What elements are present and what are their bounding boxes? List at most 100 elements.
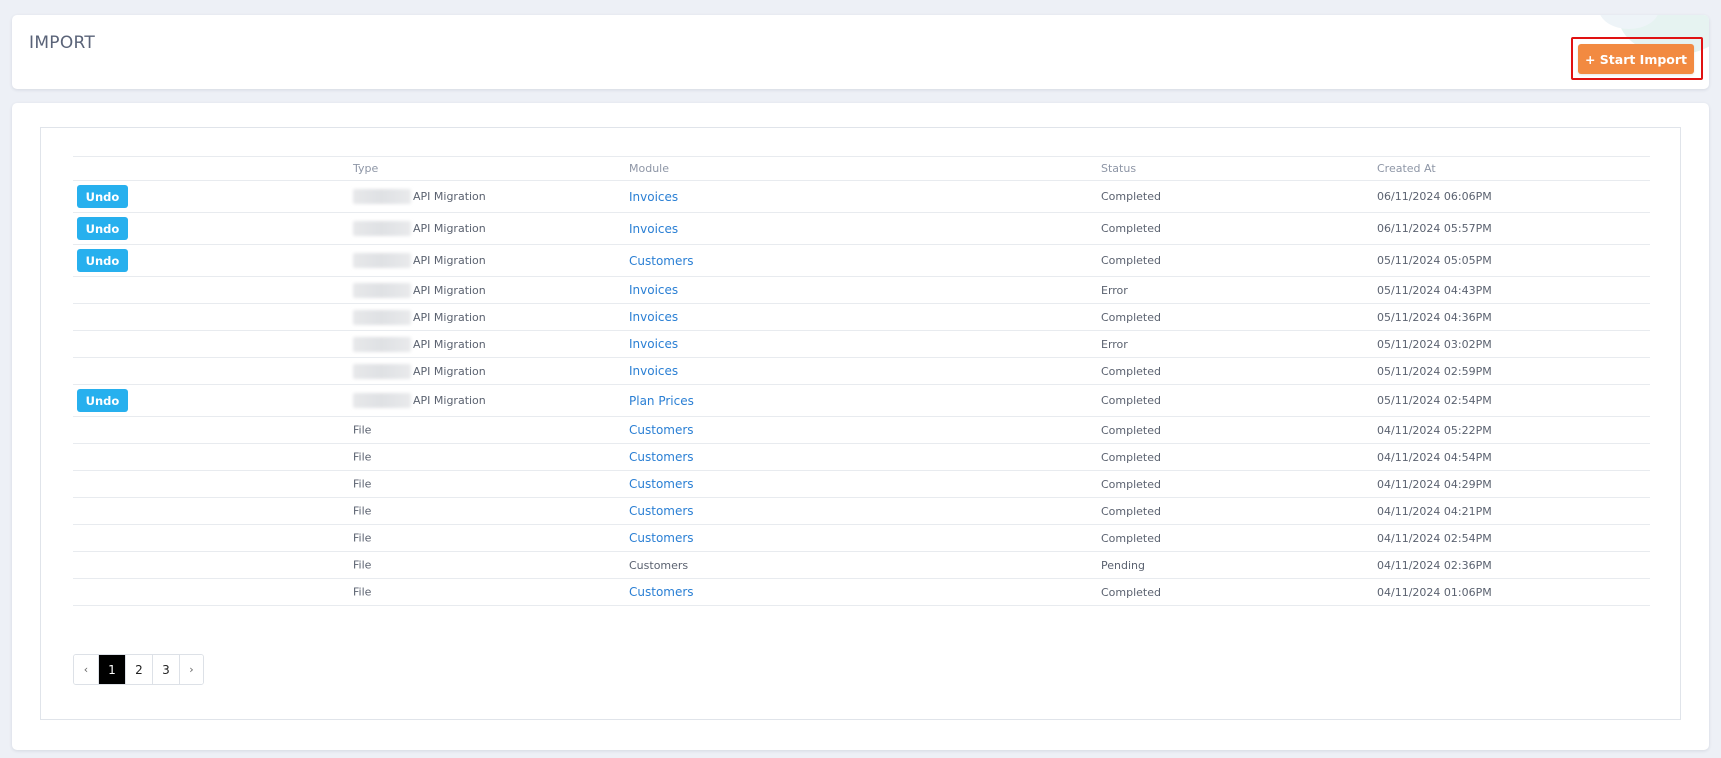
row-module-link[interactable]: Invoices	[629, 364, 678, 378]
row-action-cell	[73, 303, 353, 331]
row-action-cell	[73, 497, 353, 525]
redacted-name	[353, 363, 411, 379]
row-module-cell: Invoices	[629, 330, 1101, 358]
row-module-cell: Invoices	[629, 276, 1101, 304]
redacted-name	[353, 189, 411, 204]
row-action-cell	[73, 524, 353, 552]
row-action-cell	[73, 330, 353, 358]
row-type-cell: File	[353, 416, 629, 444]
start-import-button[interactable]: + Start Import	[1578, 44, 1694, 74]
row-created-at: 05/11/2024 05:05PM	[1377, 244, 1650, 277]
row-status: Completed	[1101, 470, 1377, 498]
row-status: Completed	[1101, 244, 1377, 277]
row-type: API Migration	[413, 364, 486, 378]
row-module-cell: Invoices	[629, 357, 1101, 385]
row-action-cell	[73, 276, 353, 304]
row-module-cell: Customers	[629, 551, 1101, 579]
row-type-cell: File	[353, 578, 629, 606]
pagination-page-1[interactable]: 1	[98, 655, 125, 684]
pagination-page-2[interactable]: 2	[125, 655, 152, 684]
row-type: API Migration	[413, 190, 486, 203]
row-module-cell: Invoices	[629, 303, 1101, 331]
row-status: Completed	[1101, 524, 1377, 552]
row-status: Completed	[1101, 497, 1377, 525]
table-row: API Migration Invoices Error 05/11/2024 03:…	[73, 330, 1650, 358]
pagination-page-3[interactable]: 3	[152, 655, 179, 684]
row-type: API Migration	[413, 337, 486, 351]
table-header-row: Type Module Status Created At	[73, 156, 1650, 181]
row-action-cell: Undo	[73, 212, 353, 245]
row-type: API Migration	[413, 283, 486, 297]
row-module-link[interactable]: Plan Prices	[629, 394, 694, 408]
table-row: Undo API Migration Invoices Completed 06/11/…	[73, 212, 1650, 245]
table-body: Undo API Migration Invoices Completed 06/11/…	[73, 180, 1650, 606]
row-action-cell	[73, 470, 353, 498]
row-module-link[interactable]: Invoices	[629, 310, 678, 324]
row-type: File	[353, 423, 372, 437]
row-created-at: 04/11/2024 01:06PM	[1377, 578, 1650, 606]
undo-button[interactable]: Undo	[77, 217, 128, 240]
row-action-cell: Undo	[73, 180, 353, 213]
row-type: File	[353, 531, 372, 545]
row-type-cell: File	[353, 470, 629, 498]
row-module-link[interactable]: Customers	[629, 531, 694, 545]
row-module-link[interactable]: Customers	[629, 504, 694, 518]
row-created-at: 05/11/2024 04:43PM	[1377, 276, 1650, 304]
row-type-cell: API Migration	[353, 276, 629, 304]
row-module-link[interactable]: Invoices	[629, 283, 678, 297]
row-created-at: 04/11/2024 04:21PM	[1377, 497, 1650, 525]
pagination-next-button[interactable]: ›	[179, 655, 203, 684]
row-type-cell: File	[353, 524, 629, 552]
row-status: Pending	[1101, 551, 1377, 579]
row-module-link[interactable]: Invoices	[629, 190, 678, 204]
row-module-cell: Customers	[629, 497, 1101, 525]
row-module-link[interactable]: Customers	[629, 423, 694, 437]
row-status: Completed	[1101, 357, 1377, 385]
row-module-link[interactable]: Invoices	[629, 337, 678, 351]
row-module-cell: Customers	[629, 524, 1101, 552]
undo-button[interactable]: Undo	[77, 249, 128, 272]
row-type: API Migration	[413, 254, 486, 267]
row-created-at: 05/11/2024 02:54PM	[1377, 384, 1650, 417]
table-row: API Migration Invoices Completed 05/11/2024…	[73, 357, 1650, 385]
row-created-at: 05/11/2024 04:36PM	[1377, 303, 1650, 331]
row-status: Error	[1101, 276, 1377, 304]
row-type-cell: API Migration	[353, 303, 629, 331]
row-module-cell: Plan Prices	[629, 384, 1101, 417]
row-status: Completed	[1101, 443, 1377, 471]
row-type-cell: API Migration	[353, 330, 629, 358]
row-type: File	[353, 477, 372, 491]
row-status: Completed	[1101, 416, 1377, 444]
table-row: File Customers Completed 04/11/2024 04:54PM	[73, 443, 1650, 471]
row-created-at: 04/11/2024 02:54PM	[1377, 524, 1650, 552]
redacted-name	[353, 282, 411, 298]
row-module-link[interactable]: Customers	[629, 477, 694, 491]
redacted-name	[353, 221, 411, 236]
row-module-link[interactable]: Customers	[629, 254, 694, 268]
row-action-cell	[73, 551, 353, 579]
pagination-prev-button[interactable]: ‹	[74, 655, 98, 684]
undo-button[interactable]: Undo	[77, 389, 128, 412]
row-created-at: 04/11/2024 05:22PM	[1377, 416, 1650, 444]
row-module-link[interactable]: Customers	[629, 450, 694, 464]
row-module-link[interactable]: Invoices	[629, 222, 678, 236]
pagination: ‹ 1 2 3 ›	[73, 654, 204, 685]
column-header-type: Type	[353, 156, 629, 181]
row-created-at: 04/11/2024 02:36PM	[1377, 551, 1650, 579]
imports-table: Type Module Status Created At Undo API Mi…	[73, 156, 1650, 606]
row-module-link[interactable]: Customers	[629, 585, 694, 599]
row-created-at: 06/11/2024 05:57PM	[1377, 212, 1650, 245]
table-row: API Migration Invoices Completed 05/11/2024…	[73, 303, 1650, 331]
row-created-at: 06/11/2024 06:06PM	[1377, 180, 1650, 213]
undo-button[interactable]: Undo	[77, 185, 128, 208]
row-type: API Migration	[413, 310, 486, 324]
row-module-cell: Invoices	[629, 212, 1101, 245]
row-type-cell: API Migration	[353, 212, 629, 245]
row-status: Completed	[1101, 384, 1377, 417]
row-type-cell: API Migration	[353, 357, 629, 385]
table-row: Undo API Migration Plan Prices Completed 05/…	[73, 384, 1650, 417]
imports-card: Type Module Status Created At Undo API Mi…	[12, 103, 1709, 750]
redacted-name	[353, 393, 411, 408]
row-module-cell: Customers	[629, 244, 1101, 277]
row-module: Customers	[629, 558, 689, 572]
